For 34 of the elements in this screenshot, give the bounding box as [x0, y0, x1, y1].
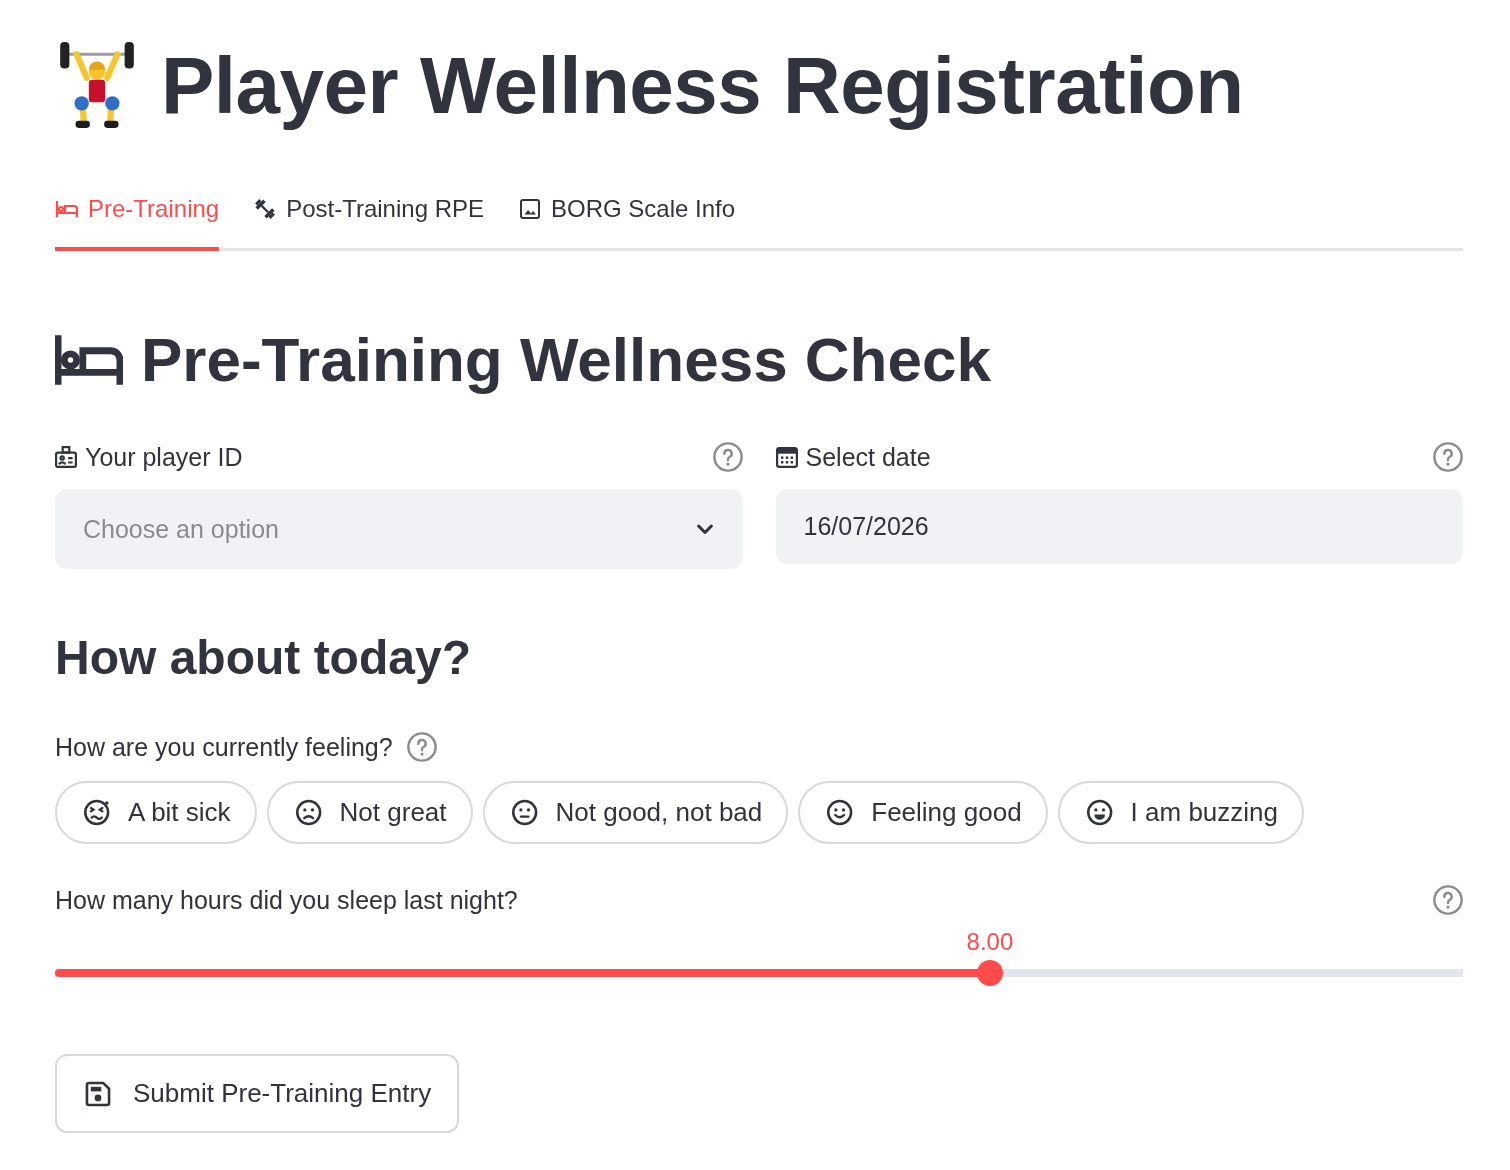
tab[interactable]: Post-Training RPE [253, 180, 484, 251]
question-label: How many hours did you sleep last night? [55, 885, 518, 916]
subheading: How about today? [55, 630, 472, 686]
smile-face-icon [827, 799, 854, 826]
calendar-icon [775, 446, 798, 468]
bed-icon [55, 332, 123, 388]
help-icon[interactable] [712, 442, 743, 472]
submit-button[interactable]: Submit Pre-Training Entry [55, 1054, 460, 1133]
feeling-option[interactable]: Feeling good [798, 781, 1048, 844]
neutral-face-icon [511, 799, 538, 826]
field-label: Your player ID [85, 442, 243, 473]
section-title: Pre-Training Wellness Check [141, 324, 991, 396]
image-icon [518, 197, 542, 221]
id-badge-icon [55, 446, 77, 468]
question-label: How are you currently feeling? [55, 732, 393, 763]
tab[interactable]: BORG Scale Info [518, 180, 736, 251]
frown-face-icon [295, 799, 322, 826]
feeling-option[interactable]: A bit sick [55, 781, 257, 844]
help-icon[interactable] [1433, 442, 1463, 472]
date-field[interactable]: 16/07/2026 [775, 489, 1463, 564]
feeling-option[interactable]: I am buzzing [1057, 781, 1304, 844]
slider-value: 8.00 [966, 928, 1014, 956]
sick-face-icon [84, 799, 110, 826]
page-title: Player Wellness Registration [161, 40, 1244, 132]
feeling-option[interactable]: Not great [266, 781, 473, 844]
feeling-option[interactable]: Not good, not bad [482, 781, 789, 844]
grin-face-icon [1086, 799, 1113, 826]
field-label: Select date [805, 442, 931, 473]
save-icon [85, 1080, 111, 1107]
slider-thumb[interactable] [976, 960, 1003, 986]
dumbbell-icon [253, 197, 278, 221]
chevron-down-icon [696, 524, 713, 534]
help-icon[interactable] [406, 732, 437, 762]
help-icon[interactable] [1433, 885, 1463, 915]
